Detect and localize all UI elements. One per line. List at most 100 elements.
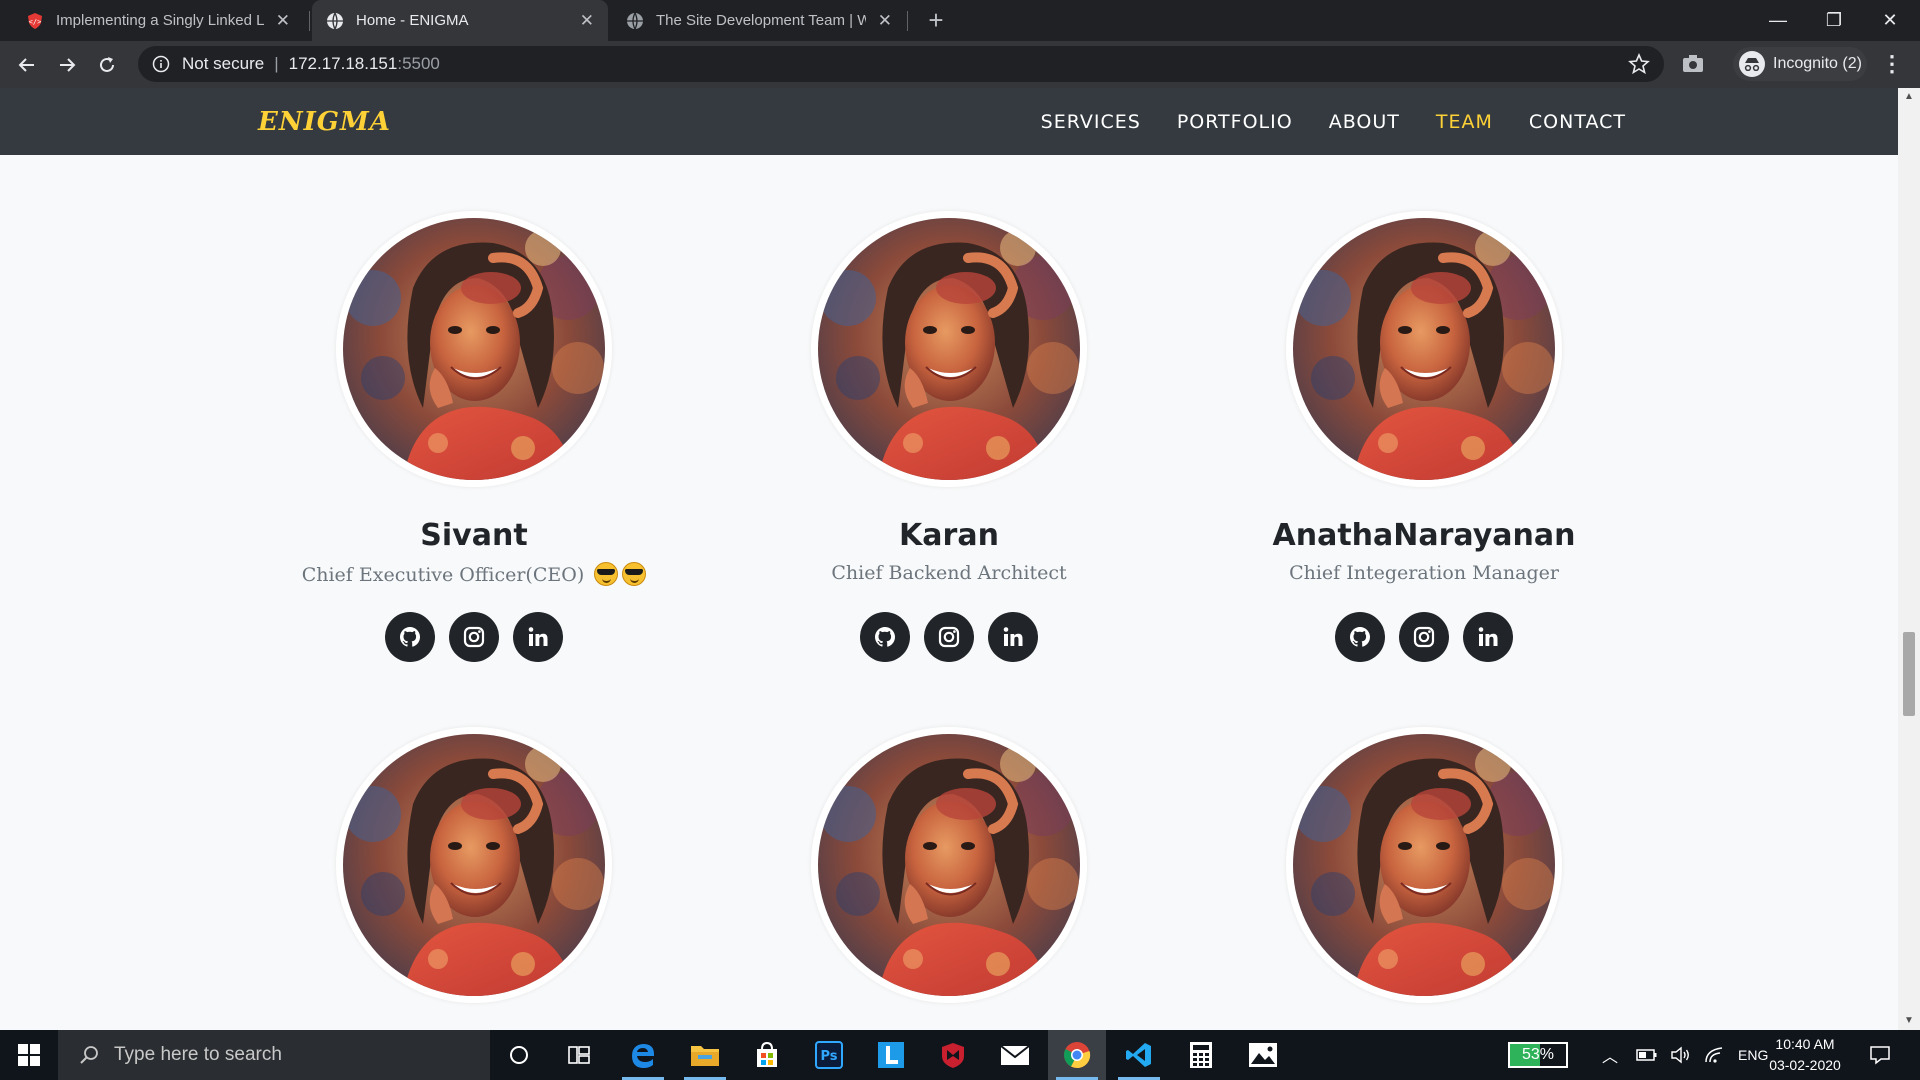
search-placeholder: Type here to search	[114, 1044, 282, 1065]
svg-text:Ps: Ps	[820, 1049, 837, 1064]
github-link[interactable]	[860, 612, 910, 662]
star-icon[interactable]	[1628, 53, 1650, 75]
restore-button[interactable]: ❐	[1806, 0, 1862, 41]
member-name: Karan	[899, 518, 999, 553]
linkedin-icon	[1478, 627, 1498, 646]
photoshop-app[interactable]: Ps	[800, 1030, 858, 1080]
close-tab-icon[interactable]: ✕	[878, 11, 892, 31]
camera-icon[interactable]	[1680, 51, 1706, 77]
github-link[interactable]	[1335, 612, 1385, 662]
social-links	[244, 612, 704, 662]
address-bar[interactable]: Not secure | 172.17.18.151:5500	[138, 46, 1664, 82]
vscode-app[interactable]	[1110, 1030, 1168, 1080]
scroll-down-arrow-icon[interactable]: ▼	[1903, 1015, 1915, 1027]
reload-icon	[100, 57, 114, 72]
wifi-icon[interactable]	[1704, 1046, 1724, 1064]
github-link[interactable]	[385, 612, 435, 662]
arrow-left-icon	[18, 58, 34, 72]
instagram-icon	[938, 626, 960, 648]
photos-app[interactable]	[1234, 1030, 1292, 1080]
browser-tab[interactable]: The Site Development Team | We ✕	[612, 0, 906, 41]
taskbar-search-box[interactable]: Type here to search	[58, 1030, 490, 1080]
close-tab-icon[interactable]: ✕	[276, 11, 290, 31]
instagram-icon	[1413, 626, 1435, 648]
close-tab-icon[interactable]: ✕	[580, 11, 594, 31]
minimize-button[interactable]: —	[1750, 0, 1806, 41]
member-avatar	[1286, 727, 1562, 1003]
file-explorer-icon	[691, 1046, 719, 1066]
battery-icon[interactable]	[1636, 1048, 1658, 1062]
member-role: Chief Backend Architect	[831, 562, 1067, 584]
chrome-app[interactable]	[1048, 1030, 1106, 1080]
store-app[interactable]	[738, 1030, 796, 1080]
store-icon	[757, 1041, 777, 1067]
nav-services[interactable]: SERVICES	[1041, 111, 1141, 133]
new-tab-button[interactable]: +	[922, 5, 950, 35]
linkedin-link[interactable]	[513, 612, 563, 662]
url-host: 172.17.18.151	[288, 54, 398, 73]
nav-contact[interactable]: CONTACT	[1529, 111, 1626, 133]
linkedin-link[interactable]	[988, 612, 1038, 662]
windows-taskbar: Type here to search Ps 53% ︿ ENG 10:40 A…	[0, 1030, 1920, 1080]
calculator-app[interactable]	[1172, 1030, 1230, 1080]
member-photo	[343, 218, 605, 480]
edge-app[interactable]	[614, 1030, 672, 1080]
social-links	[719, 612, 1179, 662]
linkedin-link[interactable]	[1463, 612, 1513, 662]
nav-portfolio[interactable]: PORTFOLIO	[1177, 111, 1293, 133]
browser-tab-active[interactable]: Home - ENIGMA ✕	[312, 0, 608, 41]
scrollbar-thumb[interactable]	[1903, 632, 1915, 716]
nav-about[interactable]: ABOUT	[1329, 111, 1400, 133]
instagram-link[interactable]	[449, 612, 499, 662]
divider: |	[274, 54, 279, 73]
member-photo	[1293, 218, 1555, 480]
action-center-button[interactable]	[1850, 1030, 1910, 1080]
mail-app[interactable]	[986, 1030, 1044, 1080]
sunglasses-emoji-icon	[622, 562, 647, 586]
start-button[interactable]	[0, 1030, 58, 1080]
sunglasses-emoji-icon	[594, 562, 619, 586]
linkedin-icon	[1003, 627, 1023, 646]
site-menu: SERVICES PORTFOLIO ABOUT TEAM CONTACT	[1005, 88, 1626, 155]
browser-menu-button[interactable]: ⋮	[1880, 51, 1904, 77]
nav-team[interactable]: TEAM	[1436, 111, 1493, 133]
cortana-button[interactable]	[490, 1030, 548, 1080]
battery-indicator[interactable]: 53%	[1508, 1042, 1568, 1068]
l-app[interactable]	[862, 1030, 920, 1080]
shield-code-icon: </>	[28, 12, 42, 29]
task-view-button[interactable]	[550, 1030, 608, 1080]
scroll-up-arrow-icon[interactable]: ▲	[1903, 91, 1915, 103]
browser-tab[interactable]: </> Implementing a Singly Linked Lis ✕	[12, 0, 304, 41]
system-tray: ︿ ENG	[1602, 1030, 1768, 1080]
chrome-icon	[1064, 1042, 1091, 1069]
battery-percentage: 53%	[1521, 1046, 1555, 1063]
vscode-icon	[1126, 1043, 1151, 1067]
forward-button[interactable]	[52, 50, 82, 80]
page-scrollbar[interactable]	[1898, 88, 1920, 1030]
chevron-up-icon[interactable]: ︿	[1602, 1043, 1618, 1067]
instagram-link[interactable]	[924, 612, 974, 662]
task-view-icon	[568, 1046, 590, 1064]
member-avatar	[336, 211, 612, 487]
tab-separator	[907, 11, 908, 31]
brand-logo[interactable]: ENIGMA	[258, 107, 391, 137]
file-explorer-app[interactable]	[676, 1030, 734, 1080]
close-window-button[interactable]: ✕	[1862, 0, 1918, 41]
mail-icon	[1000, 1045, 1030, 1065]
member-avatar	[811, 211, 1087, 487]
incognito-profile-button[interactable]: Incognito (2)	[1733, 47, 1867, 81]
browser-tab-strip: </> Implementing a Singly Linked Lis ✕ H…	[0, 0, 1920, 41]
system-clock[interactable]: 10:40 AM 03-02-2020	[1760, 1034, 1850, 1076]
photos-icon	[1249, 1043, 1277, 1067]
profile-label: Incognito (2)	[1773, 55, 1862, 72]
back-button[interactable]	[12, 50, 42, 80]
volume-icon[interactable]	[1670, 1046, 1692, 1064]
member-photo	[343, 734, 605, 996]
instagram-link[interactable]	[1399, 612, 1449, 662]
member-photo	[1293, 734, 1555, 996]
arrow-right-icon	[60, 58, 76, 72]
github-icon	[400, 627, 421, 647]
mcafee-app[interactable]	[924, 1030, 982, 1080]
github-icon	[875, 627, 896, 647]
reload-button[interactable]	[92, 50, 122, 80]
